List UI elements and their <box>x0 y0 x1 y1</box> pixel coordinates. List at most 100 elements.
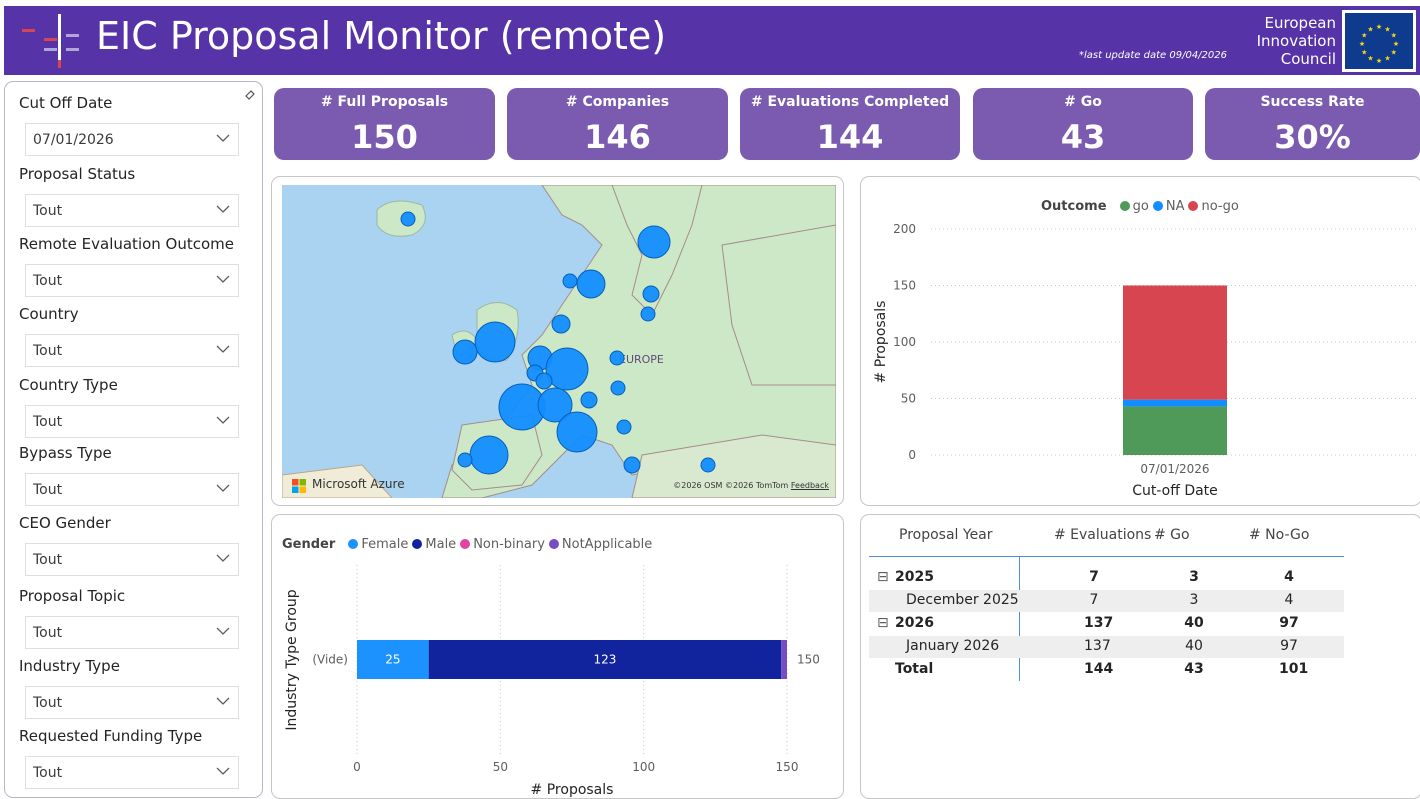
bar-segment-NotApplicable[interactable] <box>781 640 787 679</box>
y-axis-title: Industry Type Group <box>284 589 300 730</box>
data-label: 123 <box>594 653 617 667</box>
chevron-down-icon[interactable] <box>216 481 230 495</box>
column-header[interactable]: # No-Go <box>1249 527 1309 543</box>
map-bubble[interactable] <box>637 225 671 259</box>
map-bubble[interactable] <box>562 273 578 289</box>
cell-evals: 137 <box>1084 615 1114 631</box>
map-bubble[interactable] <box>700 457 716 473</box>
map-bubble[interactable] <box>452 339 478 365</box>
chevron-down-icon[interactable] <box>216 694 230 708</box>
slicer-dropdown[interactable]: Tout <box>25 194 239 227</box>
map-bubble[interactable] <box>535 372 553 390</box>
x-tick-label: 0 <box>353 760 361 774</box>
gender-chart[interactable]: Gender Female Male Non-binary NotApplicable… <box>271 514 844 799</box>
map-bubble[interactable] <box>609 350 625 366</box>
column-header[interactable]: # Go <box>1154 527 1190 543</box>
row-label: January 2026 <box>906 638 1000 654</box>
table-row[interactable]: ⊟ 2026 137 40 97 <box>869 613 1344 635</box>
column-header[interactable]: Proposal Year <box>899 527 993 543</box>
slicer: CEO Gender Tout <box>19 514 249 582</box>
y-tick-label: 150 <box>893 279 916 293</box>
kpi-value: 150 <box>351 118 418 156</box>
chevron-down-icon[interactable] <box>216 342 230 356</box>
total-label: 150 <box>797 653 820 667</box>
slicer-value: Tout <box>33 625 63 641</box>
map-bubble[interactable] <box>616 419 632 435</box>
kpi-full-proposals: # Full Proposals 150 <box>274 88 495 160</box>
collapse-icon[interactable]: ⊟ <box>877 569 889 585</box>
slicer-dropdown[interactable]: Tout <box>25 334 239 367</box>
map-bubble[interactable] <box>469 435 509 475</box>
cell-evals: 7 <box>1089 592 1099 608</box>
map-bubble[interactable] <box>640 306 656 322</box>
map-feedback-link[interactable]: Feedback <box>791 481 829 490</box>
eu-flag-icon: ★ ★ ★ ★ ★ ★ ★ ★ ★ ★ ★ ★ <box>1342 10 1416 72</box>
header-divider <box>869 556 1344 557</box>
cell-go: 3 <box>1189 569 1199 585</box>
gender-chart-canvas: 0 50 100 150 25 123 150 (Vide) # Proposals Indust… <box>284 565 820 798</box>
map-canvas[interactable]: EUROPE <box>282 185 836 498</box>
table-row[interactable]: Total 144 43 101 <box>869 659 1344 681</box>
eu-star: ★ <box>1384 55 1390 63</box>
slicer-dropdown[interactable]: Tout <box>25 543 239 576</box>
chevron-down-icon[interactable] <box>216 764 230 778</box>
filter-panel: Cut Off Date 07/01/2026 Proposal Status Tou… <box>4 81 263 798</box>
x-tick-label: 07/01/2026 <box>1140 462 1209 476</box>
map-bubble[interactable] <box>474 321 516 363</box>
map-bubble[interactable] <box>556 411 598 453</box>
table-row[interactable]: December 2025 7 3 4 <box>869 590 1344 612</box>
row-label: December 2025 <box>906 592 1019 608</box>
slicer-dropdown[interactable]: Tout <box>25 473 239 506</box>
chevron-down-icon[interactable] <box>216 131 230 145</box>
slicer-value: Tout <box>33 414 63 430</box>
slicer: Bypass Type Tout <box>19 444 249 512</box>
slicer-dropdown[interactable]: Tout <box>25 405 239 438</box>
evaluations-matrix[interactable]: Proposal Year # Evaluations # Go # No-Go ⊟ 20… <box>860 514 1420 799</box>
chevron-down-icon[interactable] <box>216 413 230 427</box>
cell-go: 43 <box>1184 661 1204 677</box>
map-visual[interactable]: EUROPE Microsoft Azure ©2026 OSM ©2026 T… <box>271 176 844 506</box>
slicer-dropdown[interactable]: Tout <box>25 686 239 719</box>
kpi-success-rate: Success Rate 30% <box>1205 88 1420 160</box>
map-credit-tomtom: ©2026 TomTom <box>725 481 789 490</box>
y-tick-label: 50 <box>901 392 916 406</box>
table-row[interactable]: ⊟ 2025 7 3 4 <box>869 567 1344 589</box>
map-bubble[interactable] <box>400 211 416 227</box>
chevron-down-icon[interactable] <box>216 624 230 638</box>
map-bubble[interactable] <box>576 269 606 299</box>
chevron-down-icon[interactable] <box>216 272 230 286</box>
eu-star: ★ <box>1376 57 1382 65</box>
slicer-dropdown[interactable]: Tout <box>25 756 239 789</box>
slicer: Country Type Tout <box>19 376 249 444</box>
map-bubble[interactable] <box>551 314 571 334</box>
map-bubble[interactable] <box>642 285 660 303</box>
slicer-label: Bypass Type <box>19 444 112 462</box>
x-tick-label: 150 <box>776 760 799 774</box>
slicer-dropdown[interactable]: Tout <box>25 264 239 297</box>
slicer-value: Tout <box>33 203 63 219</box>
column-header[interactable]: # Evaluations <box>1054 527 1151 543</box>
slicer-dropdown[interactable]: 07/01/2026 <box>25 123 239 156</box>
map-bubble[interactable] <box>580 391 598 409</box>
bar-segment-NA[interactable] <box>1123 399 1227 407</box>
slicer-label: Proposal Topic <box>19 587 126 605</box>
map-bubble[interactable] <box>457 452 473 468</box>
x-axis-title: Cut-off Date <box>1132 483 1218 499</box>
chevron-down-icon[interactable] <box>216 202 230 216</box>
eic-logo-icon <box>22 14 79 68</box>
map-bubble[interactable] <box>545 347 589 391</box>
map-bubble[interactable] <box>623 456 641 474</box>
kpi-evaluations-completed: # Evaluations Completed 144 <box>740 88 960 160</box>
cell-nogo: 97 <box>1279 615 1299 631</box>
bar-segment-no-go[interactable] <box>1123 285 1227 400</box>
collapse-icon[interactable]: ⊟ <box>877 615 889 631</box>
bar-segment-go[interactable] <box>1123 406 1227 455</box>
table-row[interactable]: January 2026 137 40 97 <box>869 636 1344 658</box>
eu-star: ★ <box>1376 23 1382 31</box>
map-bubble[interactable] <box>610 380 626 396</box>
outcome-chart[interactable]: Outcome go NA no-go 0 50 100 150 200 07/01/2026… <box>860 176 1420 506</box>
y-tick-label: 100 <box>893 335 916 349</box>
kpi-value: 30% <box>1274 118 1351 156</box>
chevron-down-icon[interactable] <box>216 551 230 565</box>
slicer-dropdown[interactable]: Tout <box>25 616 239 649</box>
